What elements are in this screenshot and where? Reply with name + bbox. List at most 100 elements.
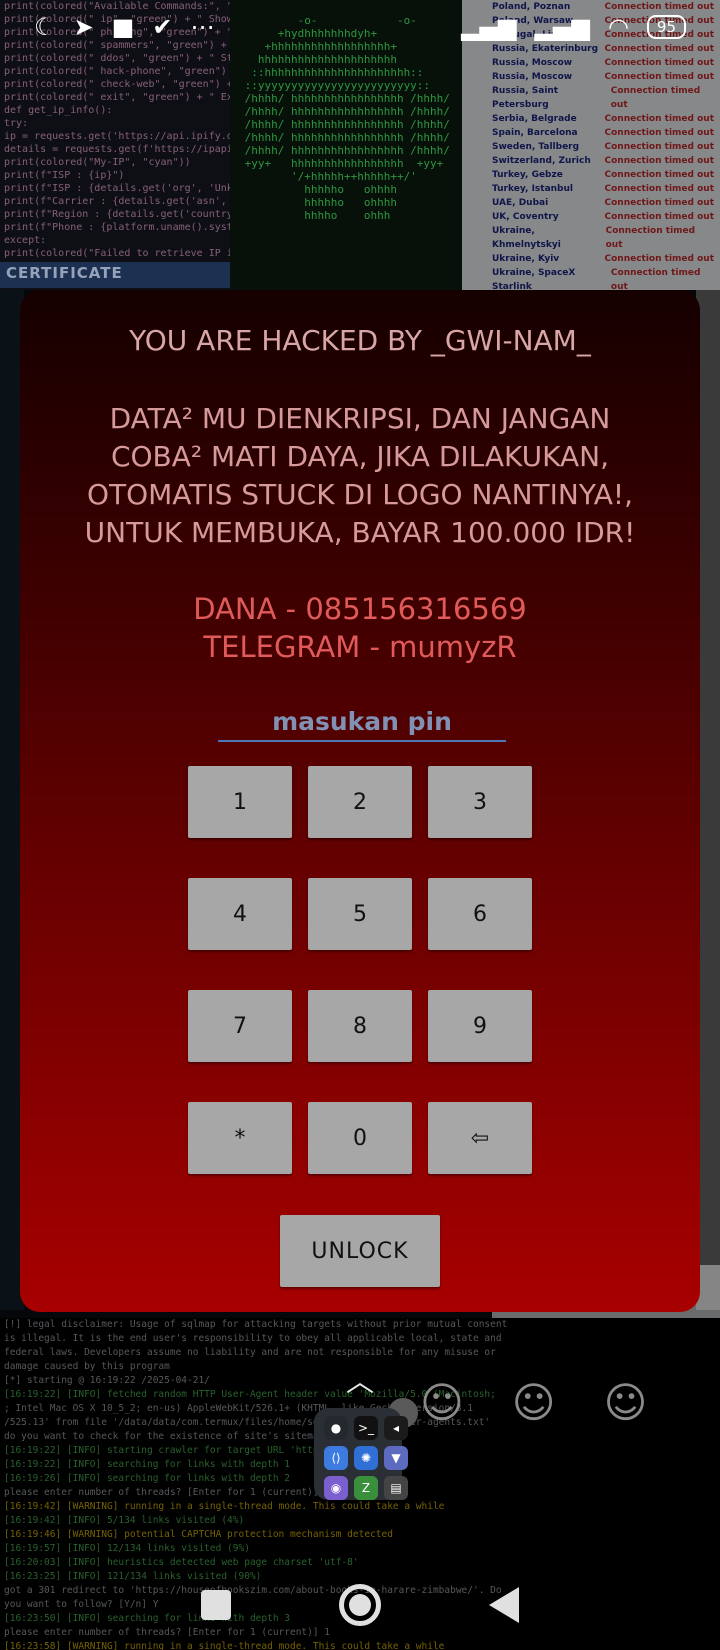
key-7-button[interactable]: 7 [188,990,292,1062]
server-row: Turkey, Istanbul Connection timed out [462,182,720,196]
key-6-button[interactable]: 6 [428,878,532,950]
dialog-title: YOU ARE HACKED BY _GWI-NAM_ [129,324,591,357]
moon-icon: ☾ [34,13,56,41]
server-row: Switzerland, Zurich Connection timed out [462,154,720,168]
home-button[interactable] [339,1584,381,1626]
server-status: Connection timed out [604,128,715,138]
code-line: print(colored("My-IP", "cyan")) [4,157,191,168]
server-row: Ukraine, SpaceX Starlink Connection timed… [462,266,720,290]
terminal-line: [16:23:58] [WARNING] running in a single… [4,1641,445,1650]
github-icon[interactable]: ● [324,1416,348,1440]
code-line: print(f"ISP : {ip}") [4,170,125,181]
key-1-button[interactable]: 1 [188,766,292,838]
server-row: Ukraine, Khmelnytskyi Connection timed ou… [462,224,720,252]
telegram-icon: ➤ [73,13,94,41]
key-5-button[interactable]: 5 [308,878,412,950]
server-status: Connection timed out [604,254,715,264]
code-line: print(colored("Failed to retrieve IP inf… [4,248,230,259]
code-line: print(colored(" check-web", "green") + "… [4,79,230,90]
code-editor-icon[interactable]: ⟨⟩ [324,1446,348,1470]
ransom-dialog: YOU ARE HACKED BY _GWI-NAM_ DATA² MU DIE… [20,290,700,1312]
floating-app-dock: ● >_ ◂ ⟨⟩ ✺ ▼ ◉ Z ▤ [314,1408,408,1500]
server-city: Turkey, Istanbul [492,184,573,194]
server-row: Russia, Moscow Connection timed out [462,70,720,84]
wifi-icon: ◠ [607,13,629,41]
server-status: Connection timed out [604,212,715,222]
server-city: Sweden, Tallberg [492,142,580,152]
server-city: Ukraine, Kyiv [492,254,560,264]
server-row: Ukraine, Kyiv Connection timed out [462,252,720,266]
code-line: print(f"ISP : {details.get('org', 'Unkno… [4,183,230,194]
message-line: DATA² MU DIENKRIPSI, DAN JANGAN [109,402,611,435]
telegram-contact: TELEGRAM - mumyzR [203,630,517,664]
server-city: UAE, Dubai [492,198,549,208]
code-line: details = requests.get(f'https://ipapi.c… [4,144,230,155]
terminal-icon[interactable]: >_ [354,1416,378,1440]
file-tool-icon[interactable]: ▤ [384,1476,408,1500]
dana-contact: DANA - 085156316569 [193,592,527,626]
server-status: Connection timed out [604,142,715,152]
signal-icon: ▂▄▆ [534,13,590,41]
server-status: Connection timed out [604,198,715,208]
server-row: Turkey, Gebze Connection timed out [462,168,720,182]
server-row: Russia, Moscow Connection timed out [462,56,720,70]
server-row: UK, Coventry Connection timed out [462,210,720,224]
code-line: try: [4,118,29,129]
smiley-icon: ☺ [420,1378,464,1427]
server-city: UK, Coventry [492,212,559,222]
settings-app-icon[interactable]: ✺ [354,1446,378,1470]
server-city: Russia, Saint Petersburg [492,86,559,110]
server-city: Ukraine, SpaceX Starlink [492,268,576,290]
code-line: except: [4,235,47,246]
server-row: UAE, Dubai Connection timed out [462,196,720,210]
server-city: Turkey, Gebze [492,170,563,180]
message-line: OTOMATIS STUCK DI LOGO NANTINYA!, [86,478,634,511]
key-3-button[interactable]: 3 [428,766,532,838]
status-bar: ☾ ➤ ■ ✔ ⋯ ▂▄▆ ▂▄▆ ◠ 95 [0,0,720,54]
server-status: Connection timed out [604,114,715,124]
server-city: Spain, Barcelona [492,128,578,138]
check-icon: ✔ [152,13,173,41]
vpn-app-icon[interactable]: ▼ [384,1446,408,1470]
server-status: Connection timed out [604,170,715,180]
code-line: print(colored(" exit", "green") + " Exit… [4,92,230,103]
message-line: UNTUK MEMBUKA, BAYAR 100.000 IDR! [84,516,636,549]
square-icon: ■ [111,13,135,41]
pin-input[interactable] [218,702,506,742]
server-row: Russia, Saint Petersburg Connection timed… [462,84,720,112]
back-button[interactable] [489,1587,519,1623]
telegram-app-icon[interactable]: ◂ [384,1416,408,1440]
smiley-icon: ☺ [511,1378,556,1427]
server-city: Serbia, Belgrade [492,114,577,124]
server-status: Connection timed out [605,226,696,250]
server-status: Connection timed out [604,156,715,166]
code-line: def get_ip_info(): [4,105,113,116]
key-9-button[interactable]: 9 [428,990,532,1062]
server-row: Spain, Barcelona Connection timed out [462,126,720,140]
code-line: print(f"Region : {details.get('country_n… [4,209,230,220]
key-0-button[interactable]: 0 [308,1102,412,1174]
terminal-line: [!] legal disclaimer: Usage of sqlmap fo… [4,1319,508,1330]
terminal-line: is illegal. It is the end user's respons… [4,1333,502,1344]
signal-icon: ▂▄▆ [461,13,517,41]
unlock-button[interactable]: UNLOCK [280,1215,440,1287]
server-status: Connection timed out [604,72,715,82]
chevron-up-icon[interactable]: ︿ [346,1360,374,1400]
code-line: print(f"Phone : {platform.uname().system… [4,222,230,233]
recents-button[interactable] [201,1590,231,1620]
more-icon: ⋯ [190,13,215,41]
key-2-button[interactable]: 2 [308,766,412,838]
zarchiver-icon[interactable]: Z [354,1476,378,1500]
server-city: Russia, Moscow [492,72,573,82]
navigation-bar [0,1570,720,1640]
key-4-button[interactable]: 4 [188,878,292,950]
server-city: Ukraine, Khmelnytskyi [492,226,561,250]
key-star-button[interactable]: * [188,1102,292,1174]
terminal-line: [16:20:03] [INFO] heuristics detected we… [4,1557,359,1568]
backspace-button[interactable]: ⇦ [428,1102,532,1174]
server-status: Connection timed out [610,86,701,110]
location-app-icon[interactable]: ◉ [324,1476,348,1500]
message-line: COBA² MATI DAYA, JIKA DILAKUKAN, [110,440,610,473]
key-8-button[interactable]: 8 [308,990,412,1062]
terminal-line: [16:19:42] [WARNING] running in a single… [4,1501,445,1512]
